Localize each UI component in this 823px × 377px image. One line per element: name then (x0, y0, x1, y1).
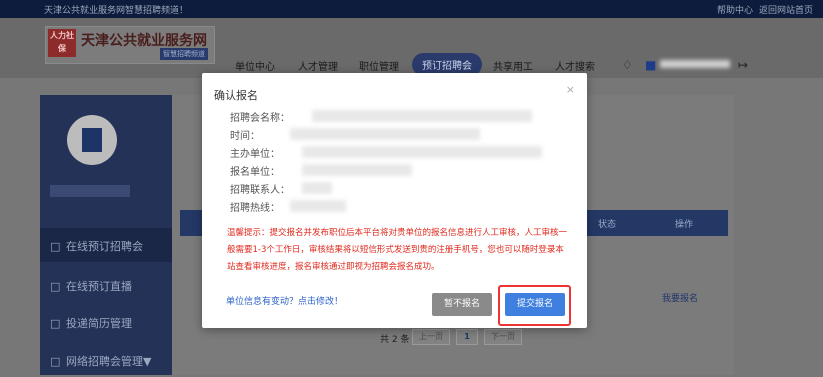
cancel-button[interactable]: 暂不报名 (432, 293, 492, 316)
top-bar: 天津公共就业服务网智慧招聘频道！ 帮助中心 返回网站首页 (0, 0, 823, 18)
time-value (290, 128, 480, 140)
nav-talent-management[interactable]: 人才管理 (298, 58, 338, 73)
field-company-label: 报名单位： (230, 167, 280, 178)
company-value (302, 164, 412, 176)
avatar (67, 115, 117, 165)
confirm-registration-dialog: 确认报名 × 招聘会名称： 时间： 主办单位： 报名单位： 招聘联系人： 招聘热… (202, 73, 587, 328)
nav-job-management[interactable]: 职位管理 (359, 58, 399, 73)
company-name-blur (50, 185, 130, 197)
bell-icon[interactable]: ♢ (622, 58, 633, 72)
edit-company-info-link[interactable]: 单位信息有变动？点击修改！ (226, 294, 343, 307)
building-icon: ■ (645, 58, 657, 72)
folder-icon: □ (50, 355, 61, 368)
sidebar-item-book-livestream[interactable]: □ 在线预订直播 (40, 268, 172, 302)
fair-name-value (312, 110, 532, 122)
logo-badge: 人力社保 (48, 29, 76, 57)
sidebar-item-label: 网络招聘会管理▼ (66, 355, 152, 368)
field-contact-label: 招聘联系人： (230, 185, 290, 196)
site-logo[interactable]: 人力社保 天津公共就业服务网 智慧招聘频道 (45, 26, 215, 64)
welcome-text: 天津公共就业服务网智慧招聘频道！ (44, 6, 189, 16)
sidebar-item-resume-management[interactable]: □ 投递简历管理 (40, 305, 172, 339)
dialog-title: 确认报名 (214, 89, 258, 102)
nav-shared-employment[interactable]: 共享用工 (493, 58, 533, 73)
building-icon (82, 128, 102, 152)
sidebar-item-online-fair-management[interactable]: □ 网络招聘会管理▼ (40, 343, 172, 377)
close-icon[interactable]: × (566, 83, 575, 96)
submit-registration-button[interactable]: 提交报名 (505, 293, 565, 316)
help-center-link[interactable]: 帮助中心 (717, 3, 753, 16)
logo-name: 天津公共就业服务网 (81, 33, 207, 49)
organizer-value (302, 146, 542, 158)
calendar-icon: □ (50, 280, 61, 293)
column-status: 状态 (598, 220, 617, 230)
sidebar-item-label: 在线预订直播 (66, 280, 132, 293)
sidebar-item-label: 投递简历管理 (66, 317, 132, 330)
hotline-value (290, 200, 346, 212)
column-action: 操作 (675, 220, 694, 230)
sidebar-item-book-job-fair[interactable]: □ 在线预订招聘会 (40, 228, 172, 262)
company-name-blur (660, 60, 730, 68)
field-time-label: 时间： (230, 131, 260, 142)
register-link[interactable]: 我要报名 (662, 291, 698, 304)
notice-text: 温馨提示：提交报名并发布职位后本平台将对贵单位的报名信息进行人工审核，人工审核一… (227, 228, 568, 272)
calendar-icon: □ (50, 240, 61, 253)
logout-icon[interactable]: ↦ (738, 58, 748, 72)
field-fair-name-label: 招聘会名称： (230, 113, 290, 124)
sidebar-item-label: 在线预订招聘会 (66, 240, 143, 253)
next-page-button[interactable]: 下一页 (484, 329, 522, 345)
field-hotline-label: 招聘热线： (230, 203, 280, 214)
nav-talent-search[interactable]: 人才搜索 (555, 58, 595, 73)
back-home-link[interactable]: 返回网站首页 (759, 3, 813, 16)
pager-total: 共 2 条 (380, 335, 410, 345)
prev-page-button[interactable]: 上一页 (412, 329, 450, 345)
site-header: 人力社保 天津公共就业服务网 智慧招聘频道 单位中心 人才管理 职位管理 预订招… (0, 18, 823, 78)
field-organizer-label: 主办单位： (230, 149, 280, 160)
contact-value (302, 182, 332, 194)
page-1-button[interactable]: 1 (456, 329, 478, 345)
sidebar: □ 在线预订招聘会 □ 在线预订直播 □ 投递简历管理 □ 网络招聘会管理▼ (40, 95, 172, 375)
folder-icon: □ (50, 317, 61, 330)
nav-unit-center[interactable]: 单位中心 (235, 58, 275, 73)
logo-tag: 智慧招聘频道 (160, 48, 208, 60)
